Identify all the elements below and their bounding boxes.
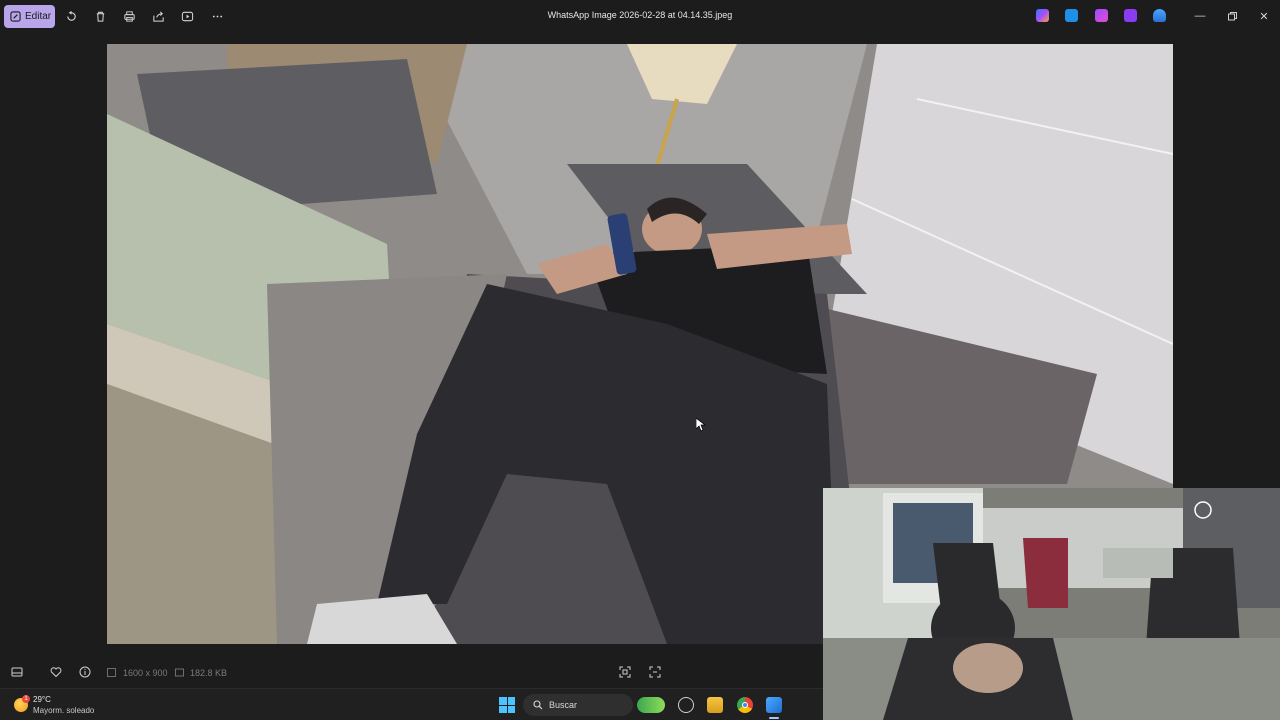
- photos-extension-icon[interactable]: [1065, 9, 1078, 22]
- clock-app-icon[interactable]: [678, 697, 694, 713]
- file-size: 182.8 KB: [190, 668, 228, 678]
- zoom-options-icon[interactable]: [647, 664, 663, 680]
- restore-button[interactable]: [1224, 8, 1240, 24]
- weather-badge: 1: [22, 695, 30, 703]
- chrome-icon[interactable]: [737, 697, 753, 713]
- file-size-icon: [175, 668, 184, 677]
- share-icon[interactable]: [150, 8, 166, 24]
- favorite-icon[interactable]: [48, 664, 64, 680]
- designer-icon[interactable]: [1095, 9, 1108, 22]
- clipchamp-icon[interactable]: [1124, 9, 1137, 22]
- edit-label: Editar: [25, 11, 52, 22]
- rotate-icon[interactable]: [63, 8, 79, 24]
- copilot-icon[interactable]: [1036, 9, 1049, 22]
- minimize-button[interactable]: —: [1192, 8, 1208, 24]
- file-explorer-icon[interactable]: [707, 697, 723, 713]
- mouse-cursor: [696, 418, 706, 432]
- search-box[interactable]: Buscar: [523, 694, 633, 716]
- top-toolbar: Editar WhatsApp Image 2026-02-28 at 04.1…: [0, 0, 1280, 32]
- edit-button[interactable]: Editar: [4, 5, 55, 28]
- active-app-indicator: [769, 717, 779, 719]
- photos-taskbar-icon[interactable]: [766, 697, 782, 713]
- filmstrip-icon[interactable]: [9, 664, 25, 680]
- onedrive-icon[interactable]: [1153, 9, 1166, 22]
- fit-to-window-icon[interactable]: [617, 664, 633, 680]
- start-button[interactable]: [499, 697, 515, 713]
- more-icon[interactable]: [209, 8, 225, 24]
- edit-icon: [10, 11, 21, 22]
- close-button[interactable]: ✕: [1256, 8, 1272, 24]
- search-icon: [533, 700, 543, 710]
- info-icon[interactable]: [77, 664, 93, 680]
- widgets-icon[interactable]: [637, 697, 665, 713]
- webcam-overlay: [823, 488, 1280, 720]
- image-dimensions: 1600 x 900: [123, 668, 168, 678]
- dimensions-icon: [107, 668, 116, 677]
- delete-icon[interactable]: [92, 8, 108, 24]
- webcam-feed: [823, 488, 1280, 720]
- print-icon[interactable]: [121, 8, 137, 24]
- search-placeholder: Buscar: [549, 700, 578, 710]
- weather-temperature[interactable]: 29°C: [33, 695, 51, 704]
- weather-condition[interactable]: Mayorm. soleado: [33, 706, 94, 715]
- slideshow-icon[interactable]: [179, 8, 195, 24]
